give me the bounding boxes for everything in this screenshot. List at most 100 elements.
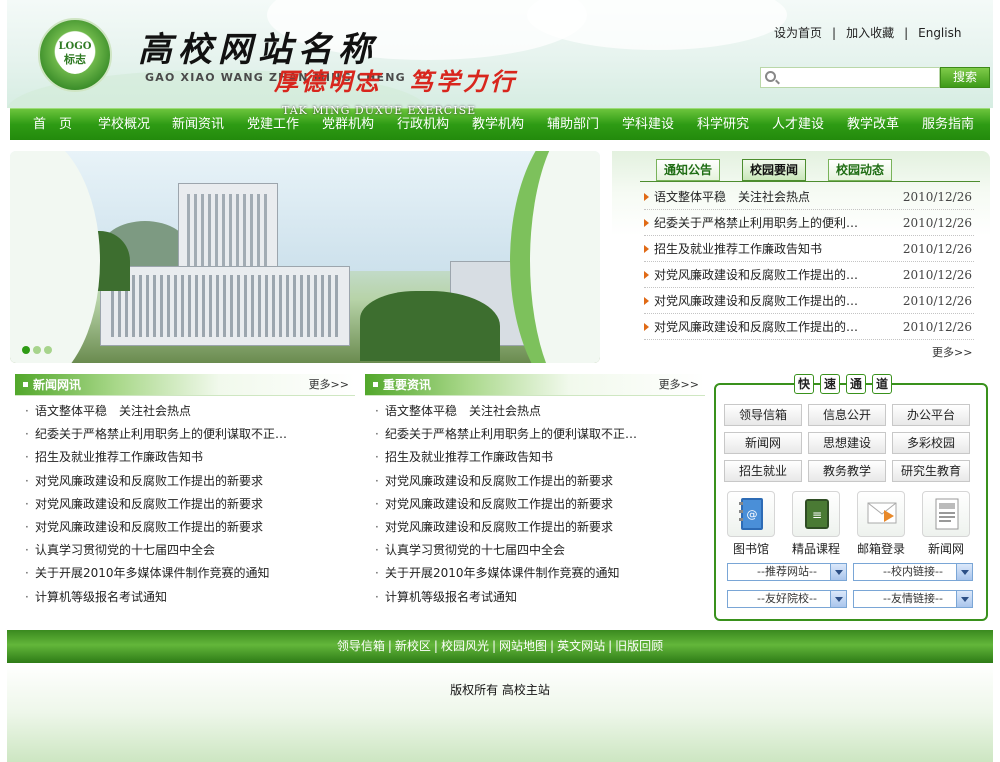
notice-title: 语文整体平稳 关注社会热点: [654, 190, 811, 204]
logo-center: LOGO 标志: [57, 36, 93, 74]
quick-button-academic[interactable]: 教务教学: [808, 460, 886, 482]
nav-item-home[interactable]: 首 页: [33, 109, 72, 141]
notice-date: 2010/12/26: [902, 294, 972, 308]
quick-button-ideology[interactable]: 思想建设: [808, 432, 886, 454]
list-item[interactable]: 计算机等级报名考试通知: [365, 586, 705, 609]
nav-item[interactable]: 教学机构: [472, 109, 524, 141]
list-item[interactable]: 认真学习贯彻党的十七届四中全会: [15, 539, 355, 562]
nav-item[interactable]: 人才建设: [772, 109, 824, 141]
nav-item[interactable]: 服务指南: [922, 109, 974, 141]
footer-link[interactable]: 网站地图: [499, 639, 547, 653]
slide-dot[interactable]: [33, 346, 41, 354]
address-book-icon[interactable]: @: [727, 491, 775, 537]
list-item[interactable]: 对党风廉政建设和反腐败工作提出的新要求: [365, 493, 705, 516]
quick-button-campus-life[interactable]: 多彩校园: [892, 432, 970, 454]
recommended-sites-select[interactable]: --推荐网站--: [727, 563, 847, 581]
quick-icon-label[interactable]: 新闻网: [914, 540, 978, 557]
banner-slideshow[interactable]: [10, 151, 600, 363]
mail-icon[interactable]: [857, 491, 905, 537]
list-item[interactable]: 对党风廉政建设和反腐败工作提出的新要求: [15, 516, 355, 539]
list-item[interactable]: 纪委关于严格禁止利用职务上的便利谋取不正…: [15, 423, 355, 446]
nav-item[interactable]: 辅助部门: [547, 109, 599, 141]
list-item[interactable]: 对党风廉政建设和反腐败工作提出的新要求: [15, 470, 355, 493]
notice-more-link[interactable]: 更多>>: [932, 344, 972, 360]
list-item[interactable]: 对党风廉政建设和反腐败工作提出的新要求: [365, 516, 705, 539]
nav-item[interactable]: 教学改革: [847, 109, 899, 141]
quick-button-graduate[interactable]: 研究生教育: [892, 460, 970, 482]
internal-links-select[interactable]: --校内链接--: [853, 563, 973, 581]
news-more-link[interactable]: 更多>>: [309, 374, 349, 396]
important-list: 语文整体平稳 关注社会热点 纪委关于严格禁止利用职务上的便利谋取不正… 招生及就…: [365, 400, 705, 609]
list-item[interactable]: 语文整体平稳 关注社会热点: [15, 400, 355, 423]
list-item[interactable]: 招生及就业推荐工作廉政告知书: [365, 446, 705, 469]
list-item[interactable]: 关于开展2010年多媒体课件制作竞赛的通知: [365, 562, 705, 585]
notice-date: 2010/12/26: [902, 190, 972, 204]
nav-item[interactable]: 学校概况: [98, 109, 150, 141]
list-item[interactable]: 语文整体平稳 关注社会热点: [365, 400, 705, 423]
school-logo[interactable]: LOGO 标志: [38, 18, 112, 92]
tab-campus-updates[interactable]: 校园动态: [828, 159, 893, 181]
footer-link[interactable]: 领导信箱: [337, 639, 385, 653]
quick-button-office[interactable]: 办公平台: [892, 404, 970, 426]
logo-text-cn: 标志: [64, 53, 86, 66]
english-link[interactable]: English: [918, 26, 961, 40]
quick-icon-label[interactable]: 图书馆: [719, 540, 783, 557]
notice-row[interactable]: 对党风廉政建设和反腐败工作提出的… 2010/12/26: [644, 314, 974, 340]
arrow-icon: [644, 271, 649, 279]
list-item[interactable]: 认真学习贯彻党的十七届四中全会: [365, 539, 705, 562]
footer-link[interactable]: 校园风光: [441, 639, 489, 653]
list-item[interactable]: 纪委关于严格禁止利用职务上的便利谋取不正…: [365, 423, 705, 446]
notice-title: 纪委关于严格禁止利用职务上的便利…: [654, 216, 859, 230]
add-favorite-link[interactable]: 加入收藏: [846, 26, 894, 40]
notice-row[interactable]: 招生及就业推荐工作廉政告知书 2010/12/26: [644, 236, 974, 262]
top-links: 设为首页 | 加入收藏 | English: [774, 24, 961, 41]
banner-trees: [360, 291, 500, 361]
tab-notices[interactable]: 通知公告: [656, 159, 721, 181]
separator: |: [550, 639, 555, 653]
notice-row[interactable]: 纪委关于严格禁止利用职务上的便利… 2010/12/26: [644, 210, 974, 236]
list-item[interactable]: 对党风廉政建设和反腐败工作提出的新要求: [365, 470, 705, 493]
notice-row[interactable]: 语文整体平稳 关注社会热点 2010/12/26: [644, 184, 974, 210]
notice-title: 招生及就业推荐工作廉政告知书: [654, 242, 823, 256]
notice-row[interactable]: 对党风廉政建设和反腐败工作提出的… 2010/12/26: [644, 262, 974, 288]
nav-item[interactable]: 新闻资讯: [172, 109, 224, 141]
friend-links-select[interactable]: --友情链接--: [853, 590, 973, 608]
news-section-title: 新闻网讯: [33, 378, 82, 392]
quick-icon-label[interactable]: 精品课程: [784, 540, 848, 557]
footer-link[interactable]: 旧版回顾: [615, 639, 663, 653]
footer-link[interactable]: 英文网站: [557, 639, 605, 653]
quick-button-admission[interactable]: 招生就业: [724, 460, 802, 482]
quick-channel-title: 快速通道: [794, 374, 898, 396]
list-item[interactable]: 对党风廉政建设和反腐败工作提出的新要求: [15, 493, 355, 516]
tab-campus-news[interactable]: 校园要闻: [742, 159, 807, 181]
nav-item[interactable]: 科学研究: [697, 109, 749, 141]
set-homepage-link[interactable]: 设为首页: [774, 26, 822, 40]
list-item[interactable]: 计算机等级报名考试通知: [15, 586, 355, 609]
quick-title-char: 通: [846, 374, 866, 394]
search-input[interactable]: [760, 67, 940, 88]
nav-item[interactable]: 学科建设: [622, 109, 674, 141]
quick-icon-label[interactable]: 邮箱登录: [849, 540, 913, 557]
list-item[interactable]: 招生及就业推荐工作廉政告知书: [15, 446, 355, 469]
bullet-square-icon: [373, 382, 378, 387]
newspaper-icon[interactable]: [922, 491, 970, 537]
select-value: --友好院校--: [757, 592, 817, 605]
course-icon[interactable]: ≡: [792, 491, 840, 537]
slide-dot[interactable]: [44, 346, 52, 354]
arrow-icon: [644, 193, 649, 201]
notice-row[interactable]: 对党风廉政建设和反腐败工作提出的… 2010/12/26: [644, 288, 974, 314]
footer-background: [7, 663, 993, 762]
chevron-down-icon: [830, 591, 846, 607]
copyright-text: 版权所有 高校主站: [450, 683, 550, 697]
quick-button-leader-mailbox[interactable]: 领导信箱: [724, 404, 802, 426]
partner-schools-select[interactable]: --友好院校--: [727, 590, 847, 608]
search-button[interactable]: 搜索: [940, 67, 990, 88]
footer-link[interactable]: 新校区: [395, 639, 431, 653]
list-item[interactable]: 关于开展2010年多媒体课件制作竞赛的通知: [15, 562, 355, 585]
quick-button-info-public[interactable]: 信息公开: [808, 404, 886, 426]
quick-button-news[interactable]: 新闻网: [724, 432, 802, 454]
important-more-link[interactable]: 更多>>: [659, 374, 699, 396]
important-section-header: 重要资讯 更多>>: [365, 374, 705, 396]
separator: |: [608, 639, 613, 653]
slide-dot-active[interactable]: [22, 346, 30, 354]
